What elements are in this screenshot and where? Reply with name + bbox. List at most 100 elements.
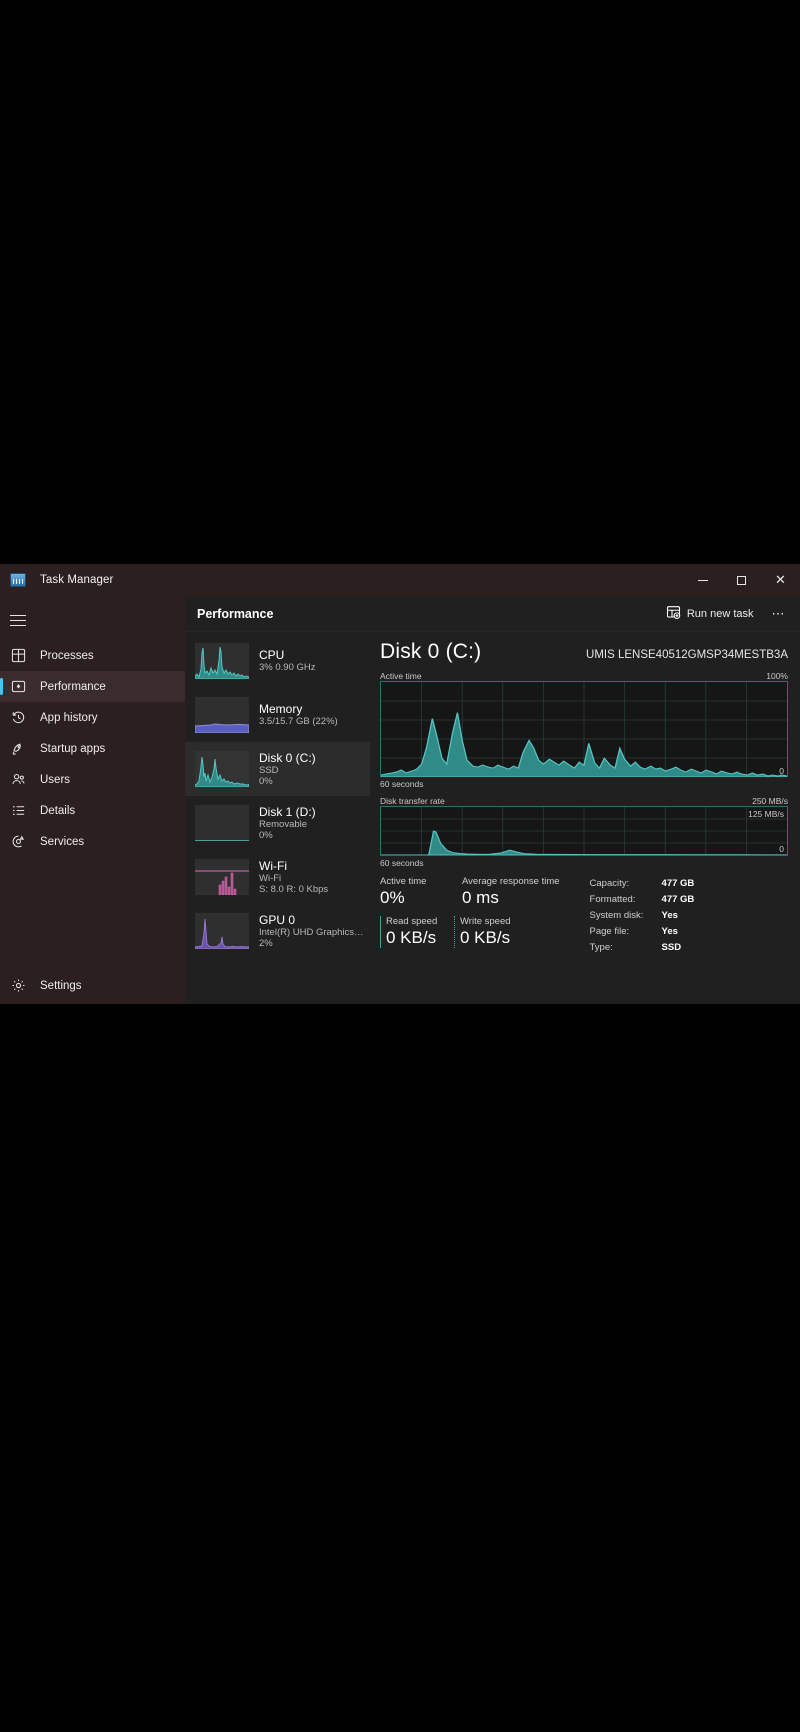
perf-item-sub1: 3% 0.90 GHz <box>259 662 316 674</box>
transfer-rate-graph-max: 250 MB/s <box>752 796 788 806</box>
detail-device-model: UMIS LENSE40512GMSP34MESTB3A <box>586 649 788 661</box>
sidebar-item-settings[interactable]: Settings <box>0 973 185 1004</box>
sidebar-item-users[interactable]: Users <box>0 764 185 795</box>
property-value: 477 GB <box>661 878 695 889</box>
perf-item-disk1[interactable]: Disk 1 (D:) Removable 0% <box>185 796 370 850</box>
active-time-graph-footer: 60 seconds <box>380 777 788 789</box>
close-button[interactable]: ✕ <box>761 564 800 596</box>
property-row: Type: SSD <box>590 940 788 956</box>
perf-item-sub1: Intel(R) UHD Graphics ... <box>259 926 364 938</box>
perf-item-name: Wi-Fi <box>259 858 287 873</box>
disk-stats: Active time 0% Average response time 0 m… <box>380 876 788 956</box>
task-manager-window: Task Manager ✕ Processes Performance App… <box>0 564 800 1004</box>
perf-item-sub2: S: 8.0 R: 0 Kbps <box>259 884 329 896</box>
property-key: System disk: <box>589 909 644 921</box>
perf-item-sub2: 0% <box>259 776 273 788</box>
run-new-task-button[interactable]: Run new task <box>658 601 762 627</box>
window-caption-buttons: ✕ <box>683 564 800 596</box>
perf-item-meta: Disk 1 (D:) Removable 0% <box>259 805 316 842</box>
window-titlebar: Task Manager ✕ <box>0 564 800 596</box>
property-row: Capacity: 477 GB <box>590 876 788 892</box>
perf-item-sub1: Removable <box>259 818 308 830</box>
sidebar-item-app-history[interactable]: App history <box>0 702 185 733</box>
disk-detail-pane: Disk 0 (C:) UMIS LENSE40512GMSP34MESTB3A… <box>370 632 800 1004</box>
active-time-graph-header: Active time 100% <box>380 664 788 681</box>
perf-item-sub1: SSD <box>259 764 279 776</box>
transfer-rate-graph-mid: 125 MB/s <box>748 809 784 819</box>
stat-value: 0 ms <box>462 888 499 907</box>
active-time-graph-max: 100% <box>766 671 788 681</box>
sidebar-item-label: Processes <box>40 649 94 662</box>
perf-item-memory[interactable]: Memory 3.5/15.7 GB (22%) <box>185 688 370 742</box>
gpu0-thumbnail-graph <box>195 913 249 949</box>
content-area: Performance Run new task ⋯ CPU 3% 0.90 G… <box>185 596 800 1004</box>
disk0-thumbnail-graph <box>195 751 249 787</box>
perf-item-gpu0[interactable]: GPU 0 Intel(R) UHD Graphics ... 2% <box>185 904 370 958</box>
sidebar-item-startup-apps[interactable]: Startup apps <box>0 733 185 764</box>
disk-speed-stats: Read speed 0 KB/s Write speed 0 KB/s <box>380 916 560 948</box>
perf-item-sub2: 0% <box>259 830 273 842</box>
sidebar-item-processes[interactable]: Processes <box>0 640 185 671</box>
stat-write-speed: Write speed 0 KB/s <box>454 916 514 948</box>
sidebar-item-label: Startup apps <box>40 742 106 755</box>
property-value: 477 GB <box>661 893 695 905</box>
list-icon <box>10 802 27 819</box>
transfer-rate-graph-header: Disk transfer rate 250 MB/s <box>380 789 788 806</box>
screen-root: Task Manager ✕ Processes Performance App… <box>0 0 800 1732</box>
toolbar-actions: Run new task ⋯ <box>658 601 792 627</box>
hamburger-menu-button[interactable] <box>0 600 185 640</box>
services-icon <box>10 833 27 850</box>
sidebar-nav: Processes Performance App history Startu… <box>0 596 185 1004</box>
perf-item-sub1: 3.5/15.7 GB (22%) <box>259 716 338 728</box>
perf-item-meta: Wi-Fi Wi-Fi S: 8.0 R: 0 Kbps <box>259 859 328 896</box>
active-time-graph-time: 60 seconds <box>380 779 424 789</box>
sidebar-item-performance[interactable]: Performance <box>0 671 185 702</box>
property-row: Formatted: 477 GB <box>590 892 788 908</box>
window-body: Processes Performance App history Startu… <box>0 596 800 1004</box>
perf-item-wifi[interactable]: Wi-Fi Wi-Fi S: 8.0 R: 0 Kbps <box>185 850 370 904</box>
property-row: System disk: Yes <box>590 908 788 924</box>
perf-item-sub2: 2% <box>259 938 273 950</box>
grid-icon <box>10 647 27 664</box>
disk-stats-left: Active time 0% Average response time 0 m… <box>380 876 560 956</box>
gauge-icon <box>10 678 27 695</box>
stat-value: 0% <box>380 888 405 907</box>
sidebar-item-services[interactable]: Services <box>0 826 185 857</box>
perf-item-meta: CPU 3% 0.90 GHz <box>259 648 316 673</box>
content-toolbar: Performance Run new task ⋯ <box>185 596 800 632</box>
detail-header: Disk 0 (C:) UMIS LENSE40512GMSP34MESTB3A <box>380 640 788 664</box>
property-value: SSD <box>661 941 682 953</box>
active-time-graph-label: Active time <box>380 671 422 681</box>
page-title: Performance <box>197 606 274 621</box>
stat-value: 0 KB/s <box>460 928 511 947</box>
users-icon <box>10 771 27 788</box>
transfer-rate-graph-min: 0 <box>779 844 784 854</box>
sidebar-item-label: Users <box>40 773 71 786</box>
property-key: Type: <box>589 941 613 953</box>
property-key: Page file: <box>589 925 630 937</box>
disk-primary-stats: Active time 0% Average response time 0 m… <box>380 876 560 908</box>
stat-value: 0 KB/s <box>386 928 437 947</box>
perf-item-disk0[interactable]: Disk 0 (C:) SSD 0% <box>185 742 370 796</box>
sidebar-item-label: Performance <box>40 680 106 693</box>
perf-item-cpu[interactable]: CPU 3% 0.90 GHz <box>185 634 370 688</box>
stat-caption: Active time <box>380 876 427 887</box>
maximize-button[interactable] <box>722 564 761 596</box>
stat-caption: Read speed <box>386 916 438 927</box>
ellipsis-icon[interactable]: ⋯ <box>766 601 793 627</box>
stat-read-speed: Read speed 0 KB/s <box>380 916 440 948</box>
rocket-icon <box>10 740 27 757</box>
transfer-rate-graph: 125 MB/s 0 <box>380 806 788 856</box>
perf-item-meta: Disk 0 (C:) SSD 0% <box>259 751 316 788</box>
perf-item-meta: GPU 0 Intel(R) UHD Graphics ... 2% <box>259 913 364 950</box>
stat-active-time: Active time 0% <box>380 876 444 908</box>
disk-properties: Capacity: 477 GB Formatted: 477 GB Syste… <box>590 876 788 956</box>
history-icon <box>10 709 27 726</box>
task-manager-icon <box>10 573 26 587</box>
perf-item-name: Disk 1 (D:) <box>259 804 316 819</box>
sidebar-item-details[interactable]: Details <box>0 795 185 826</box>
active-time-graph: 0 <box>380 681 788 777</box>
perf-item-name: GPU 0 <box>259 912 296 927</box>
minimize-button[interactable] <box>683 564 722 596</box>
